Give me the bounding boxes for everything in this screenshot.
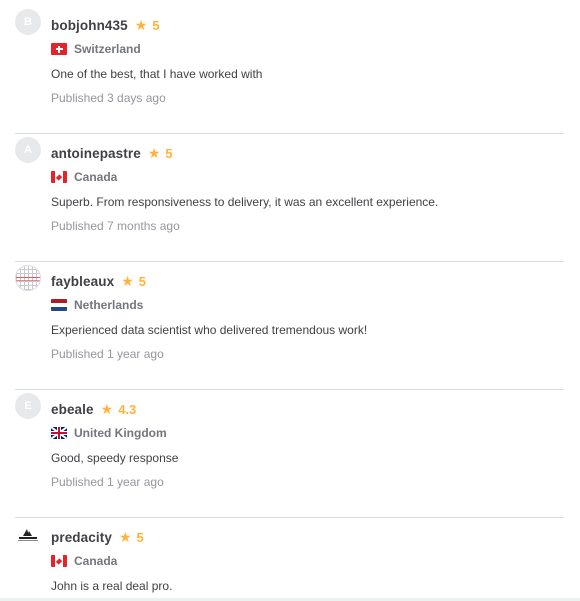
country-name: Canada bbox=[74, 170, 118, 184]
published-date: Published 7 months ago bbox=[51, 219, 180, 233]
review-item: predacity ★ 5 Canada John is a real deal… bbox=[15, 518, 564, 598]
avatar[interactable]: B bbox=[15, 9, 41, 35]
published-date: Published 3 days ago bbox=[51, 91, 166, 105]
reviewer-row: predacity ★ 5 bbox=[51, 528, 144, 546]
avatar[interactable] bbox=[15, 521, 41, 547]
rating-value: 5 bbox=[138, 273, 146, 289]
country-row: Netherlands bbox=[51, 297, 143, 313]
star-icon: ★ bbox=[121, 273, 134, 289]
country-row: Canada bbox=[51, 169, 117, 185]
star-icon: ★ bbox=[134, 17, 148, 33]
review-text: Good, speedy response bbox=[51, 451, 179, 465]
review-item: B bobjohn435 ★ 5 Switzerland One of the … bbox=[15, 6, 564, 134]
review-text: Superb. From responsiveness to delivery,… bbox=[51, 195, 439, 209]
reviewer-row: ebeale ★ 4.3 bbox=[51, 400, 136, 418]
star-icon: ★ bbox=[118, 529, 132, 545]
country-name: United Kingdom bbox=[74, 426, 167, 440]
reviewer-username[interactable]: antoinepastre bbox=[51, 146, 141, 161]
reviewer-username[interactable]: bobjohn435 bbox=[51, 18, 128, 33]
star-icon: ★ bbox=[147, 145, 161, 161]
avatar-letter: A bbox=[24, 144, 32, 156]
avatar[interactable]: E bbox=[15, 393, 41, 419]
avatar-pattern bbox=[16, 280, 40, 281]
review-item: A antoinepastre ★ 5 Canada Superb. From … bbox=[15, 134, 564, 262]
avatar-pattern bbox=[16, 277, 40, 278]
country-name: Switzerland bbox=[74, 42, 141, 56]
country-row: Canada bbox=[51, 553, 117, 569]
netherlands-flag-icon bbox=[51, 299, 67, 311]
rating-value: 5 bbox=[136, 529, 144, 545]
star-icon: ★ bbox=[100, 401, 114, 417]
country-name: Canada bbox=[74, 554, 118, 568]
canada-flag-icon bbox=[51, 555, 67, 567]
review-text: One of the best, that I have worked with bbox=[51, 67, 263, 81]
avatar[interactable] bbox=[15, 265, 41, 291]
canada-flag-icon bbox=[51, 171, 67, 183]
published-date: Published 1 year ago bbox=[51, 347, 164, 361]
reviewer-username[interactable]: predacity bbox=[51, 530, 112, 545]
review-item: faybleaux ★ 5 Netherlands Experienced da… bbox=[15, 262, 564, 390]
reviewer-username[interactable]: faybleaux bbox=[51, 274, 114, 289]
avatar-letter: E bbox=[24, 400, 32, 412]
reviewer-row: antoinepastre ★ 5 bbox=[51, 144, 173, 162]
rating-value: 4.3 bbox=[118, 401, 137, 417]
rating-value: 5 bbox=[165, 145, 173, 161]
review-text: John is a real deal pro. bbox=[51, 579, 173, 593]
rating-value: 5 bbox=[152, 17, 160, 33]
review-item: E ebeale ★ 4.3 United Kingdom Good, spee… bbox=[15, 390, 564, 518]
country-row: Switzerland bbox=[51, 41, 141, 57]
reviewer-username[interactable]: ebeale bbox=[51, 402, 94, 417]
uk-flag-icon bbox=[51, 427, 67, 439]
company-logo-icon bbox=[15, 521, 41, 547]
country-row: United Kingdom bbox=[51, 425, 167, 441]
switzerland-flag-icon bbox=[51, 43, 67, 55]
published-date: Published 1 year ago bbox=[51, 475, 164, 489]
avatar[interactable]: A bbox=[15, 137, 41, 163]
review-text: Experienced data scientist who delivered… bbox=[51, 323, 368, 337]
reviewer-row: faybleaux ★ 5 bbox=[51, 272, 146, 290]
country-name: Netherlands bbox=[74, 298, 144, 312]
reviewer-row: bobjohn435 ★ 5 bbox=[51, 16, 160, 34]
avatar-letter: B bbox=[24, 16, 32, 28]
